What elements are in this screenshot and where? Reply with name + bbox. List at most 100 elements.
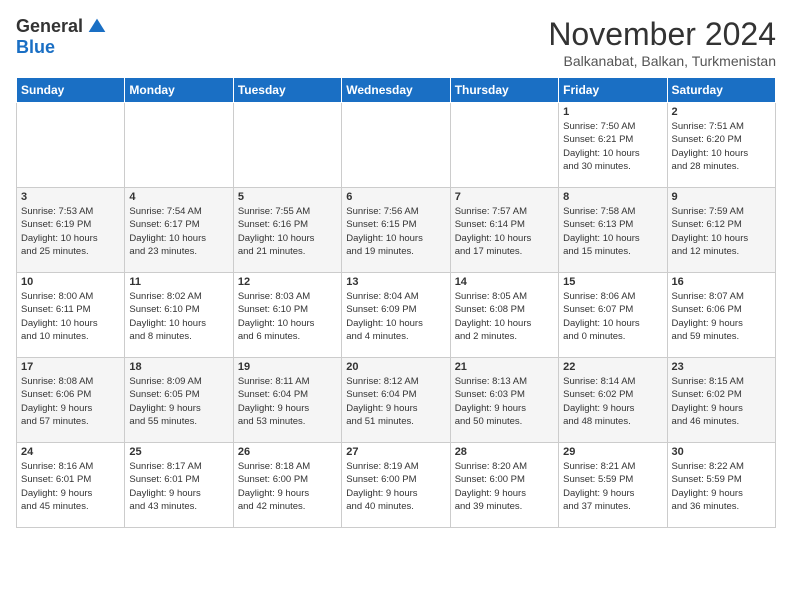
day-info: Sunrise: 8:00 AM Sunset: 6:11 PM Dayligh… — [21, 290, 120, 343]
day-number: 11 — [129, 276, 228, 288]
day-number: 19 — [238, 361, 337, 373]
calendar-cell: 6Sunrise: 7:56 AM Sunset: 6:15 PM Daylig… — [342, 188, 450, 273]
calendar-cell: 11 Sunrise: 8:02 AM Sunset: 6:10 PM Dayli… — [125, 273, 233, 358]
day-info: Sunrise: 8:08 AM Sunset: 6:06 PM Dayligh… — [21, 375, 120, 428]
calendar-cell: 10 Sunrise: 8:00 AM Sunset: 6:11 PM Dayli… — [17, 273, 125, 358]
calendar-cell: 23 Sunrise: 8:15 AM Sunset: 6:02 PM Dayli… — [667, 358, 775, 443]
day-number: 14 — [455, 276, 554, 288]
day-number: 13 — [346, 276, 445, 288]
calendar-table: SundayMondayTuesdayWednesdayThursdayFrid… — [16, 77, 776, 528]
day-info: Sunrise: 8:20 AM Sunset: 6:00 PM Dayligh… — [455, 460, 554, 513]
day-number: 16 — [672, 276, 771, 288]
day-number: 30 — [672, 446, 771, 458]
day-number: 1 — [563, 106, 662, 118]
calendar-cell — [450, 103, 558, 188]
calendar-cell: 12 Sunrise: 8:03 AM Sunset: 6:10 PM Dayli… — [233, 273, 341, 358]
calendar-cell: 1 Sunrise: 7:50 AM Sunset: 6:21 PM Daylig… — [559, 103, 667, 188]
calendar-cell: 9 Sunrise: 7:59 AM Sunset: 6:12 PM Daylig… — [667, 188, 775, 273]
day-info: Sunrise: 8:14 AM Sunset: 6:02 PM Dayligh… — [563, 375, 662, 428]
weekday-header-thursday: Thursday — [450, 78, 558, 103]
day-info: Sunrise: 8:17 AM Sunset: 6:01 PM Dayligh… — [129, 460, 228, 513]
calendar-cell: 7 Sunrise: 7:57 AM Sunset: 6:14 PM Daylig… — [450, 188, 558, 273]
day-info: Sunrise: 7:59 AM Sunset: 6:12 PM Dayligh… — [672, 205, 771, 258]
day-info: Sunrise: 8:22 AM Sunset: 5:59 PM Dayligh… — [672, 460, 771, 513]
calendar-cell: 18 Sunrise: 8:09 AM Sunset: 6:05 PM Dayli… — [125, 358, 233, 443]
calendar-cell: 29Sunrise: 8:21 AM Sunset: 5:59 PM Dayli… — [559, 443, 667, 528]
calendar-cell: 15Sunrise: 8:06 AM Sunset: 6:07 PM Dayli… — [559, 273, 667, 358]
calendar-cell: 5Sunrise: 7:55 AM Sunset: 6:16 PM Daylig… — [233, 188, 341, 273]
day-number: 10 — [21, 276, 120, 288]
day-info: Sunrise: 8:09 AM Sunset: 6:05 PM Dayligh… — [129, 375, 228, 428]
calendar-cell: 4 Sunrise: 7:54 AM Sunset: 6:17 PM Daylig… — [125, 188, 233, 273]
calendar-cell: 13 Sunrise: 8:04 AM Sunset: 6:09 PM Dayli… — [342, 273, 450, 358]
day-info: Sunrise: 7:55 AM Sunset: 6:16 PM Dayligh… — [238, 205, 337, 258]
day-info: Sunrise: 8:11 AM Sunset: 6:04 PM Dayligh… — [238, 375, 337, 428]
calendar-cell — [17, 103, 125, 188]
day-info: Sunrise: 8:12 AM Sunset: 6:04 PM Dayligh… — [346, 375, 445, 428]
day-number: 23 — [672, 361, 771, 373]
day-info: Sunrise: 8:04 AM Sunset: 6:09 PM Dayligh… — [346, 290, 445, 343]
day-number: 29 — [563, 446, 662, 458]
calendar-cell: 28 Sunrise: 8:20 AM Sunset: 6:00 PM Dayli… — [450, 443, 558, 528]
day-number: 21 — [455, 361, 554, 373]
logo-blue-text: Blue — [16, 37, 55, 58]
day-info: Sunrise: 7:50 AM Sunset: 6:21 PM Dayligh… — [563, 120, 662, 173]
calendar-cell: 21 Sunrise: 8:13 AM Sunset: 6:03 PM Dayli… — [450, 358, 558, 443]
day-number: 24 — [21, 446, 120, 458]
day-info: Sunrise: 7:57 AM Sunset: 6:14 PM Dayligh… — [455, 205, 554, 258]
day-number: 9 — [672, 191, 771, 203]
day-number: 3 — [21, 191, 120, 203]
weekday-header-monday: Monday — [125, 78, 233, 103]
calendar-cell: 17Sunrise: 8:08 AM Sunset: 6:06 PM Dayli… — [17, 358, 125, 443]
day-number: 22 — [563, 361, 662, 373]
day-info: Sunrise: 8:02 AM Sunset: 6:10 PM Dayligh… — [129, 290, 228, 343]
day-info: Sunrise: 8:13 AM Sunset: 6:03 PM Dayligh… — [455, 375, 554, 428]
calendar-cell: 19 Sunrise: 8:11 AM Sunset: 6:04 PM Dayli… — [233, 358, 341, 443]
calendar-cell: 14Sunrise: 8:05 AM Sunset: 6:08 PM Dayli… — [450, 273, 558, 358]
calendar-body: 1 Sunrise: 7:50 AM Sunset: 6:21 PM Daylig… — [17, 103, 776, 528]
calendar-cell — [342, 103, 450, 188]
calendar-week-row: 3 Sunrise: 7:53 AM Sunset: 6:19 PM Daylig… — [17, 188, 776, 273]
day-number: 8 — [563, 191, 662, 203]
weekday-header-row: SundayMondayTuesdayWednesdayThursdayFrid… — [17, 78, 776, 103]
day-info: Sunrise: 8:03 AM Sunset: 6:10 PM Dayligh… — [238, 290, 337, 343]
day-number: 12 — [238, 276, 337, 288]
day-number: 26 — [238, 446, 337, 458]
day-number: 15 — [563, 276, 662, 288]
logo: General Blue — [16, 16, 107, 58]
day-info: Sunrise: 7:53 AM Sunset: 6:19 PM Dayligh… — [21, 205, 120, 258]
day-info: Sunrise: 7:54 AM Sunset: 6:17 PM Dayligh… — [129, 205, 228, 258]
calendar-cell: 16 Sunrise: 8:07 AM Sunset: 6:06 PM Dayli… — [667, 273, 775, 358]
calendar-cell: 27 Sunrise: 8:19 AM Sunset: 6:00 PM Dayli… — [342, 443, 450, 528]
weekday-header-wednesday: Wednesday — [342, 78, 450, 103]
day-info: Sunrise: 7:51 AM Sunset: 6:20 PM Dayligh… — [672, 120, 771, 173]
day-number: 7 — [455, 191, 554, 203]
day-info: Sunrise: 8:19 AM Sunset: 6:00 PM Dayligh… — [346, 460, 445, 513]
weekday-header-friday: Friday — [559, 78, 667, 103]
calendar-week-row: 17Sunrise: 8:08 AM Sunset: 6:06 PM Dayli… — [17, 358, 776, 443]
day-number: 6 — [346, 191, 445, 203]
calendar-week-row: 1 Sunrise: 7:50 AM Sunset: 6:21 PM Daylig… — [17, 103, 776, 188]
day-number: 27 — [346, 446, 445, 458]
day-info: Sunrise: 8:07 AM Sunset: 6:06 PM Dayligh… — [672, 290, 771, 343]
day-number: 28 — [455, 446, 554, 458]
calendar-cell: 26 Sunrise: 8:18 AM Sunset: 6:00 PM Dayli… — [233, 443, 341, 528]
day-info: Sunrise: 8:18 AM Sunset: 6:00 PM Dayligh… — [238, 460, 337, 513]
calendar-cell — [125, 103, 233, 188]
calendar-cell: 30 Sunrise: 8:22 AM Sunset: 5:59 PM Dayli… — [667, 443, 775, 528]
location-subtitle: Balkanabat, Balkan, Turkmenistan — [548, 53, 776, 69]
day-number: 20 — [346, 361, 445, 373]
calendar-cell: 3 Sunrise: 7:53 AM Sunset: 6:19 PM Daylig… — [17, 188, 125, 273]
calendar-header: SundayMondayTuesdayWednesdayThursdayFrid… — [17, 78, 776, 103]
month-title: November 2024 — [548, 16, 776, 53]
calendar-cell — [233, 103, 341, 188]
day-number: 4 — [129, 191, 228, 203]
calendar-week-row: 10 Sunrise: 8:00 AM Sunset: 6:11 PM Dayli… — [17, 273, 776, 358]
calendar-cell: 22 Sunrise: 8:14 AM Sunset: 6:02 PM Dayli… — [559, 358, 667, 443]
calendar-cell: 25Sunrise: 8:17 AM Sunset: 6:01 PM Dayli… — [125, 443, 233, 528]
logo-general-text: General — [16, 16, 83, 37]
day-info: Sunrise: 8:16 AM Sunset: 6:01 PM Dayligh… — [21, 460, 120, 513]
day-info: Sunrise: 8:15 AM Sunset: 6:02 PM Dayligh… — [672, 375, 771, 428]
calendar-cell: 8Sunrise: 7:58 AM Sunset: 6:13 PM Daylig… — [559, 188, 667, 273]
day-number: 18 — [129, 361, 228, 373]
